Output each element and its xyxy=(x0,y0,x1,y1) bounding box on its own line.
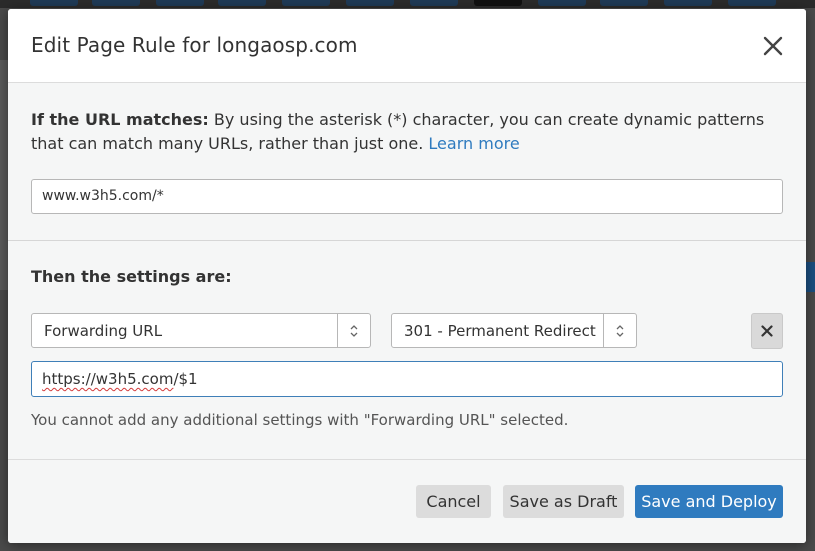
modal-title: Edit Page Rule for longaosp.com xyxy=(31,33,358,57)
settings-section: Then the settings are: Forwarding URL 30… xyxy=(8,241,806,460)
cancel-button[interactable]: Cancel xyxy=(416,485,491,518)
edit-page-rule-modal: Edit Page Rule for longaosp.com If the U… xyxy=(8,9,806,543)
updown-chevron-icon xyxy=(616,325,624,337)
select-arrows xyxy=(337,314,370,347)
url-match-label: If the URL matches: xyxy=(31,110,209,129)
backdrop-tab xyxy=(664,0,712,6)
destination-url-path: /$1 xyxy=(173,370,198,388)
backdrop-tab xyxy=(30,0,78,6)
destination-url-input[interactable]: https://w3h5.com/$1 xyxy=(31,361,783,397)
setting-type-value: Forwarding URL xyxy=(44,322,163,340)
status-code-select[interactable]: 301 - Permanent Redirect xyxy=(391,313,637,348)
remove-setting-button[interactable] xyxy=(751,313,783,349)
modal-header: Edit Page Rule for longaosp.com xyxy=(8,9,806,83)
backdrop-right-strip xyxy=(806,262,815,292)
close-icon xyxy=(763,36,783,56)
modal-footer: Cancel Save as Draft Save and Deploy xyxy=(8,460,806,543)
learn-more-link[interactable]: Learn more xyxy=(428,134,519,153)
backdrop-tab xyxy=(410,0,458,6)
url-match-description: If the URL matches: By using the asteris… xyxy=(31,108,791,156)
status-code-value: 301 - Permanent Redirect xyxy=(404,322,596,340)
backdrop-tab xyxy=(92,0,140,6)
backdrop-tab xyxy=(600,0,648,6)
settings-heading: Then the settings are: xyxy=(31,267,232,286)
backdrop-tab xyxy=(538,0,586,6)
backdrop-tab xyxy=(728,0,776,6)
backdrop-tab xyxy=(218,0,266,6)
backdrop-left-strip xyxy=(0,60,8,290)
backdrop-tab xyxy=(282,0,330,6)
destination-url-host: https://w3h5.com xyxy=(42,370,174,388)
settings-notice: You cannot add any additional settings w… xyxy=(31,411,569,429)
url-match-section: If the URL matches: By using the asteris… xyxy=(8,83,806,241)
save-draft-button[interactable]: Save as Draft xyxy=(503,485,624,518)
url-pattern-input[interactable]: www.w3h5.com/* xyxy=(31,179,783,214)
backdrop-tab xyxy=(156,0,204,6)
backdrop-tab xyxy=(346,0,394,6)
updown-chevron-icon xyxy=(350,325,358,337)
close-button[interactable] xyxy=(760,33,786,59)
backdrop-tab xyxy=(474,0,522,6)
select-arrows xyxy=(603,314,636,347)
close-icon xyxy=(761,325,773,337)
save-deploy-button[interactable]: Save and Deploy xyxy=(635,485,783,518)
setting-type-select[interactable]: Forwarding URL xyxy=(31,313,371,348)
